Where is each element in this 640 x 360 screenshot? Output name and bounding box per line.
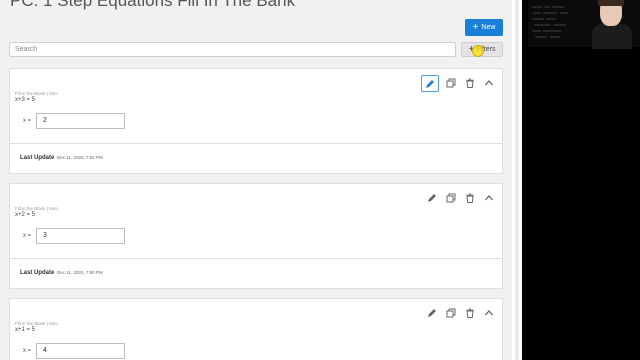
question-card: Fill in the Blank | Item x+1 = 5 x = 4 xyxy=(9,298,503,360)
item-category: Fill in the Blank | Item xyxy=(15,321,58,326)
variable-label: x = xyxy=(23,348,32,354)
item-category: Fill in the Blank | Item xyxy=(15,206,58,211)
last-update: Last Update Dec 11, 2020, 7:51 PM xyxy=(20,155,103,161)
answer-field[interactable]: 3 xyxy=(36,228,125,244)
trash-icon[interactable] xyxy=(462,305,477,320)
new-button[interactable]: + New xyxy=(465,19,503,36)
last-update-label: Last Update xyxy=(20,155,55,161)
last-update-label: Last Update xyxy=(20,270,55,276)
pencil-icon[interactable] xyxy=(424,190,439,205)
chevron-up-icon[interactable] xyxy=(481,190,496,205)
plus-icon: + xyxy=(472,21,479,33)
question-card: Fill in the Blank | Item x+3 = 5 x = 2 L… xyxy=(9,68,503,174)
divider xyxy=(10,258,502,259)
trash-icon[interactable] xyxy=(462,190,477,205)
pencil-icon[interactable] xyxy=(421,75,439,92)
page-title: PC: 1 Step Equations Fill In The Bank xyxy=(10,0,296,10)
answer-field[interactable]: 4 xyxy=(36,343,125,359)
chevron-up-icon[interactable] xyxy=(481,75,496,90)
presenter-hair xyxy=(598,0,624,6)
pencil-icon[interactable] xyxy=(424,305,439,320)
variable-label: x = xyxy=(23,233,32,239)
last-update-date: Dec 11, 2020, 7:50 PM xyxy=(57,270,103,275)
trash-icon[interactable] xyxy=(462,75,477,90)
chalkboard-scribbles xyxy=(532,6,568,38)
card-toolbar xyxy=(424,190,496,205)
chevron-up-icon[interactable] xyxy=(481,305,496,320)
question-card: Fill in the Blank | Item x+2 = 5 x = 3 L… xyxy=(9,183,503,289)
card-toolbar xyxy=(424,305,496,320)
copy-icon[interactable] xyxy=(443,190,458,205)
variable-label: x = xyxy=(23,118,32,124)
main-page: PC: 1 Step Equations Fill In The Bank + … xyxy=(0,0,512,360)
search-input[interactable]: Search xyxy=(9,42,456,57)
copy-icon[interactable] xyxy=(443,305,458,320)
presenter-body xyxy=(592,24,632,49)
item-category: Fill in the Blank | Item xyxy=(15,91,58,96)
item-equation: x+3 = 5 xyxy=(15,97,36,103)
mouse-cursor-highlight xyxy=(472,45,484,57)
item-equation: x+1 = 5 xyxy=(15,327,36,333)
item-equation: x+2 = 5 xyxy=(15,212,36,218)
divider xyxy=(10,143,502,144)
scrollbar[interactable] xyxy=(515,0,519,360)
new-button-label: New xyxy=(481,24,496,31)
card-toolbar xyxy=(421,75,496,92)
video-overlay-background xyxy=(522,0,640,360)
answer-field[interactable]: 2 xyxy=(36,113,125,129)
last-update: Last Update Dec 11, 2020, 7:50 PM xyxy=(20,270,103,276)
copy-icon[interactable] xyxy=(443,75,458,90)
last-update-date: Dec 11, 2020, 7:51 PM xyxy=(57,155,103,160)
